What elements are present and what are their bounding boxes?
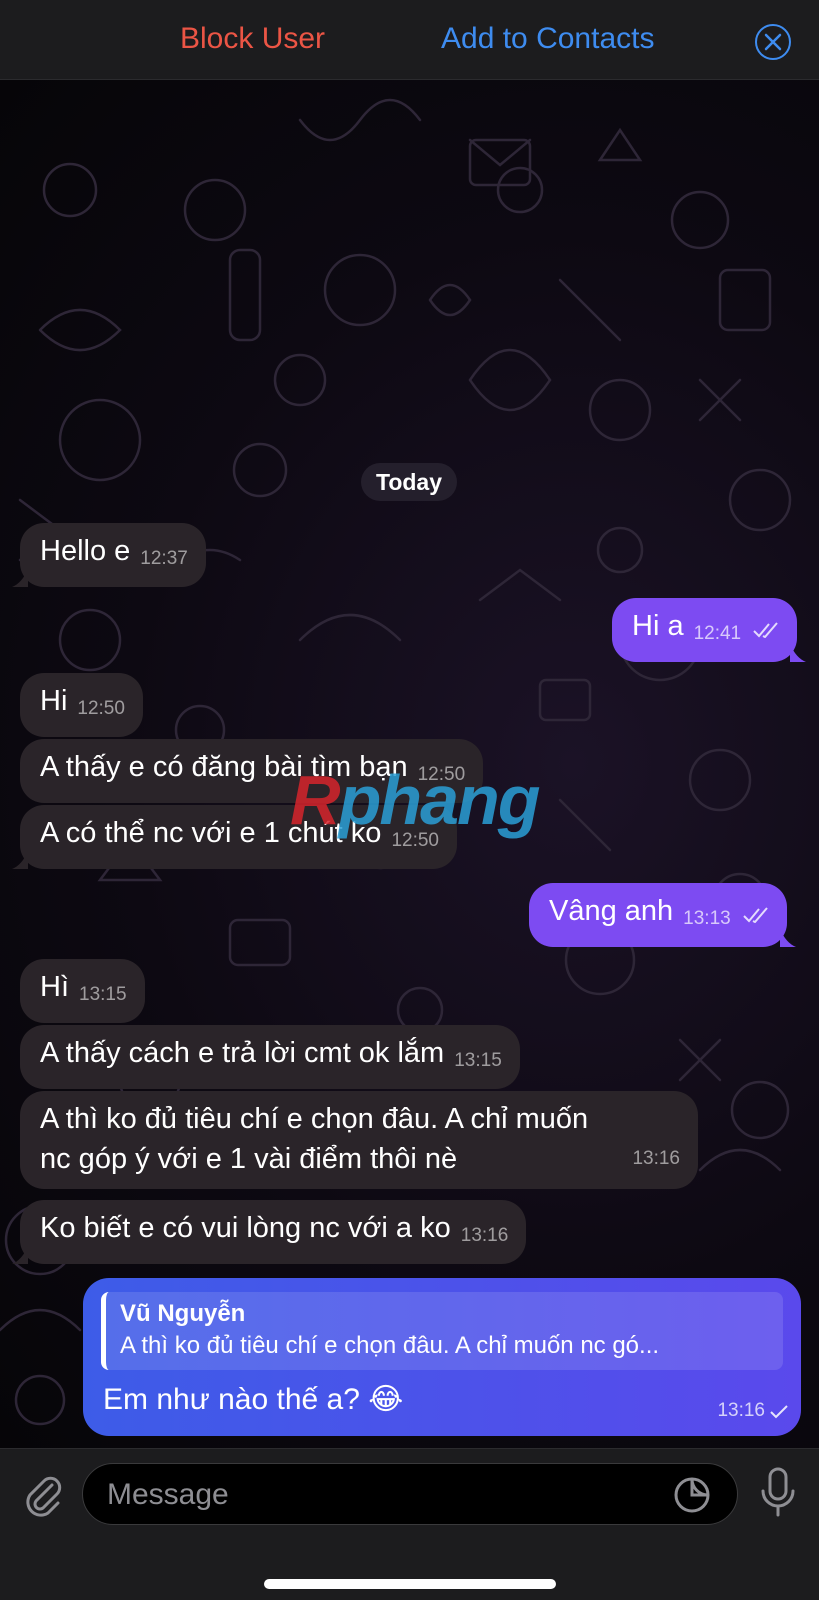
sticker-icon[interactable] bbox=[673, 1476, 711, 1514]
message-field[interactable] bbox=[82, 1463, 738, 1525]
quoted-author: Vũ Nguyễn bbox=[120, 1300, 246, 1327]
close-icon[interactable] bbox=[755, 24, 791, 60]
add-to-contacts-button[interactable]: Add to Contacts bbox=[441, 22, 654, 56]
quoted-message[interactable]: Vũ Nguyễn A thì ko đủ tiêu chí e chọn đâ… bbox=[101, 1292, 783, 1370]
date-separator: Today bbox=[361, 463, 457, 501]
message-text: Hì bbox=[40, 971, 69, 1003]
message-text-line: A thì ko đủ tiêu chí e chọn đâu. A chỉ m… bbox=[40, 1103, 589, 1135]
bubble-tail-icon bbox=[790, 644, 807, 662]
block-user-button[interactable]: Block User bbox=[180, 22, 325, 56]
message-time: 12:37 bbox=[140, 548, 188, 569]
message-bubble[interactable]: Vâng anh 13:13 bbox=[529, 883, 796, 947]
message-time: 13:16 bbox=[717, 1400, 765, 1421]
message-bubble[interactable]: Hi 12:50 bbox=[20, 673, 143, 737]
message-time: 13:15 bbox=[454, 1050, 502, 1071]
message-text: Ko biết e có vui lòng nc với a ko bbox=[40, 1212, 451, 1244]
message-text: Hi a bbox=[632, 610, 684, 642]
home-indicator bbox=[264, 1579, 556, 1589]
double-check-icon bbox=[743, 907, 768, 923]
check-icon bbox=[770, 1405, 788, 1419]
contact-action-bar: Block User Add to Contacts bbox=[0, 0, 819, 80]
double-check-icon bbox=[753, 622, 778, 638]
message-time: 13:16 bbox=[632, 1148, 680, 1169]
message-input-bar bbox=[0, 1448, 819, 1600]
message-time: 13:16 bbox=[460, 1225, 509, 1246]
bubble-tail-icon bbox=[12, 851, 28, 869]
message-text: Hi bbox=[40, 685, 68, 717]
microphone-icon[interactable] bbox=[760, 1467, 796, 1517]
quoted-text: A thì ko đủ tiêu chí e chọn đâu. A chỉ m… bbox=[120, 1332, 660, 1359]
message-text: Hello e bbox=[40, 535, 131, 567]
message-time: 13:13 bbox=[683, 908, 731, 929]
message-time: 12:41 bbox=[693, 623, 742, 644]
message-text: Vâng anh bbox=[549, 895, 674, 927]
bubble-tail-icon bbox=[779, 929, 796, 947]
bubble-tail-icon bbox=[12, 569, 28, 587]
message-bubble[interactable]: A thấy cách e trả lời cmt ok lắm 13:15 bbox=[20, 1025, 520, 1089]
message-text: A thấy cách e trả lời cmt ok lắm bbox=[40, 1037, 445, 1069]
message-time: 13:15 bbox=[79, 984, 127, 1005]
watermark-logo: Rphang bbox=[290, 761, 541, 839]
paperclip-icon[interactable] bbox=[22, 1471, 62, 1517]
message-text: Em như nào thế a? 😂 bbox=[103, 1383, 404, 1416]
message-bubble[interactable]: Hì 13:15 bbox=[20, 959, 145, 1023]
message-input[interactable] bbox=[107, 1475, 667, 1515]
message-bubble[interactable]: Hello e 12:37 bbox=[12, 523, 206, 587]
message-text-line: nc góp ý với e 1 vài điểm thôi nè bbox=[40, 1143, 458, 1175]
message-bubble[interactable]: Hi a 12:41 bbox=[612, 598, 807, 662]
message-bubble[interactable]: A thì ko đủ tiêu chí e chọn đâu. A chỉ m… bbox=[20, 1091, 698, 1189]
chat-area[interactable]: Today Hello e 12:37 Hi a 12:41 Hi 12:50 A t… bbox=[0, 80, 819, 1448]
message-bubble[interactable]: Ko biết e có vui lòng nc với a ko 13:16 bbox=[12, 1200, 527, 1264]
bubble-tail-icon bbox=[12, 1246, 28, 1264]
reply-message-bubble[interactable]: Vũ Nguyễn A thì ko đủ tiêu chí e chọn đâ… bbox=[83, 1278, 801, 1436]
message-time: 12:50 bbox=[77, 698, 125, 719]
